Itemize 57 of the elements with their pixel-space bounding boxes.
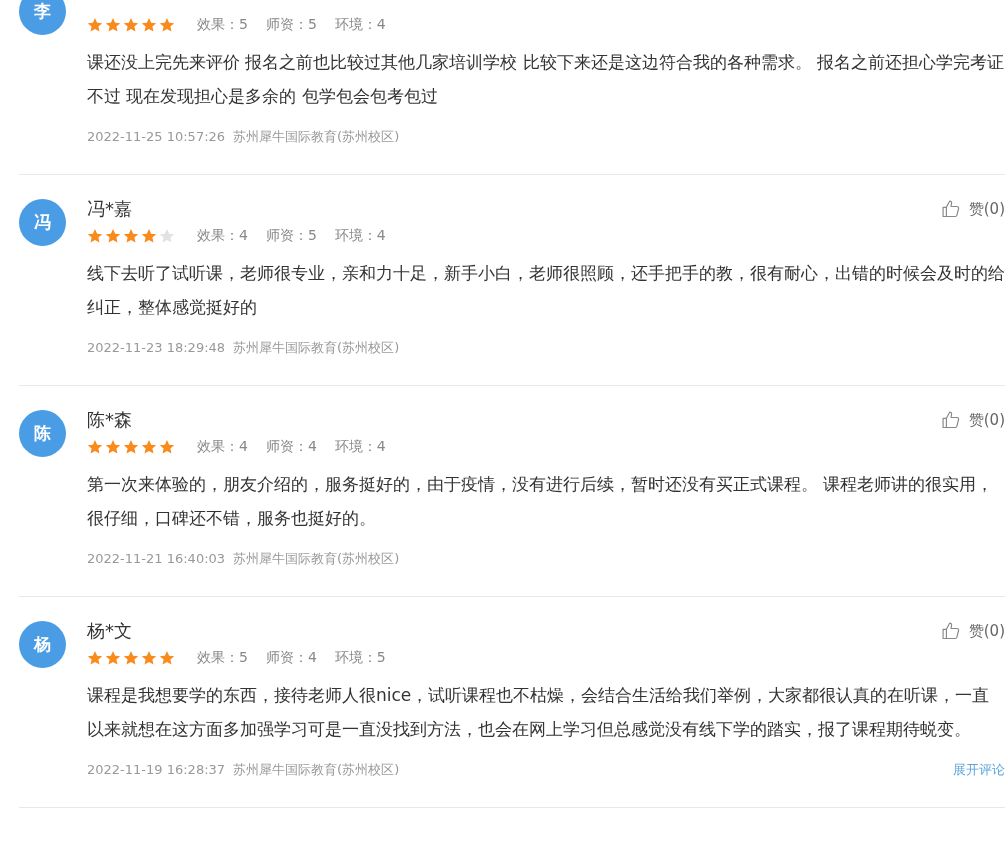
star-icon <box>123 16 139 33</box>
rating-score: 师资：4 <box>265 437 317 456</box>
review-text: 线下去听了试听课，老师很专业，亲和力十足，新手小白，老师很照顾，还手把手的教，很有耐心，出错的时候会及时的给纠正，整体感觉挺好的 <box>87 262 1005 319</box>
star-icon <box>123 649 139 666</box>
star-icon <box>159 16 175 33</box>
rating-score: 环境：4 <box>334 226 386 245</box>
reviewer-name: 陈*森 <box>87 408 132 432</box>
like-count[interactable]: 赞(0) <box>968 408 1005 432</box>
star-icon <box>159 649 175 666</box>
school-name: 苏州犀牛国际教育(苏州校区) <box>233 550 400 568</box>
thumbs-up-icon[interactable] <box>940 621 961 641</box>
star-icon <box>105 438 121 455</box>
star-icon <box>105 649 121 666</box>
star-icon <box>141 16 157 33</box>
rating-score: 效果：5 <box>197 15 248 34</box>
rating-score: 师资：5 <box>265 15 317 34</box>
star-icon <box>141 438 157 455</box>
reviewer-name: 杨*文 <box>87 619 132 643</box>
star-icon <box>123 227 139 244</box>
avatar: 冯 <box>19 199 66 246</box>
star-icon <box>159 438 175 455</box>
star-icon <box>159 227 175 244</box>
star-icon <box>123 438 139 455</box>
avatar: 陈 <box>19 410 66 457</box>
star-icon <box>141 649 157 666</box>
review-text: 第一次来体验的，朋友介绍的，服务挺好的，由于疫情，没有进行后续，暂时还没有买正式课程。 课程老师讲的很实用，很仔细，口碑还不错，服务也挺好的。 <box>87 473 995 530</box>
star-icon <box>87 649 103 666</box>
school-name: 苏州犀牛国际教育(苏州校区) <box>233 339 400 357</box>
avatar: 杨 <box>19 621 66 668</box>
thumbs-up-icon[interactable] <box>940 410 961 430</box>
school-name: 苏州犀牛国际教育(苏州校区) <box>233 128 400 146</box>
rating-score: 效果：4 <box>197 437 248 456</box>
like-count[interactable]: 赞(0) <box>968 197 1005 221</box>
star-icon <box>87 16 103 33</box>
star-icon <box>87 227 103 244</box>
review-text: 课程是我想要学的东西，接待老师人很nice，试听课程也不枯燥，会结合生活给我们举例，大家都很认真的在听课，一直以来就想在这方面多加强学习可是一直没找到方法，也会在网上学习但总感觉没有线下学的踏实，报了课程期待蜕变。 <box>87 684 991 741</box>
rating-score: 师资：4 <box>265 648 317 667</box>
review-date: 2022-11-21 16:40:03 <box>87 550 226 568</box>
review-date: 2022-11-23 18:29:48 <box>87 339 226 357</box>
rating-score: 环境：5 <box>334 648 386 667</box>
review-text: 课还没上完先来评价 报名之前也比较过其他几家培训学校 比较下来还是这边符合我的各种需求。 报名之前还担心学完考证不过 现在发现担心是多余的 包学包会包考包过 <box>87 51 1005 108</box>
star-icon <box>141 227 157 244</box>
review-date: 2022-11-19 16:28:37 <box>87 761 226 779</box>
reviewer-name: 冯*嘉 <box>87 197 132 221</box>
school-name: 苏州犀牛国际教育(苏州校区) <box>233 761 400 779</box>
rating-score: 师资：5 <box>265 226 317 245</box>
rating-score: 效果：4 <box>197 226 248 245</box>
star-icon <box>105 227 121 244</box>
review-date: 2022-11-25 10:57:26 <box>87 128 226 146</box>
rating-score: 环境：4 <box>334 437 386 456</box>
star-icon <box>105 16 121 33</box>
rating-score: 效果：5 <box>197 648 248 667</box>
rating-score: 环境：4 <box>334 15 386 34</box>
avatar: 李 <box>19 0 66 35</box>
star-icon <box>87 438 103 455</box>
thumbs-up-icon[interactable] <box>940 199 961 219</box>
like-count[interactable]: 赞(0) <box>968 619 1005 643</box>
